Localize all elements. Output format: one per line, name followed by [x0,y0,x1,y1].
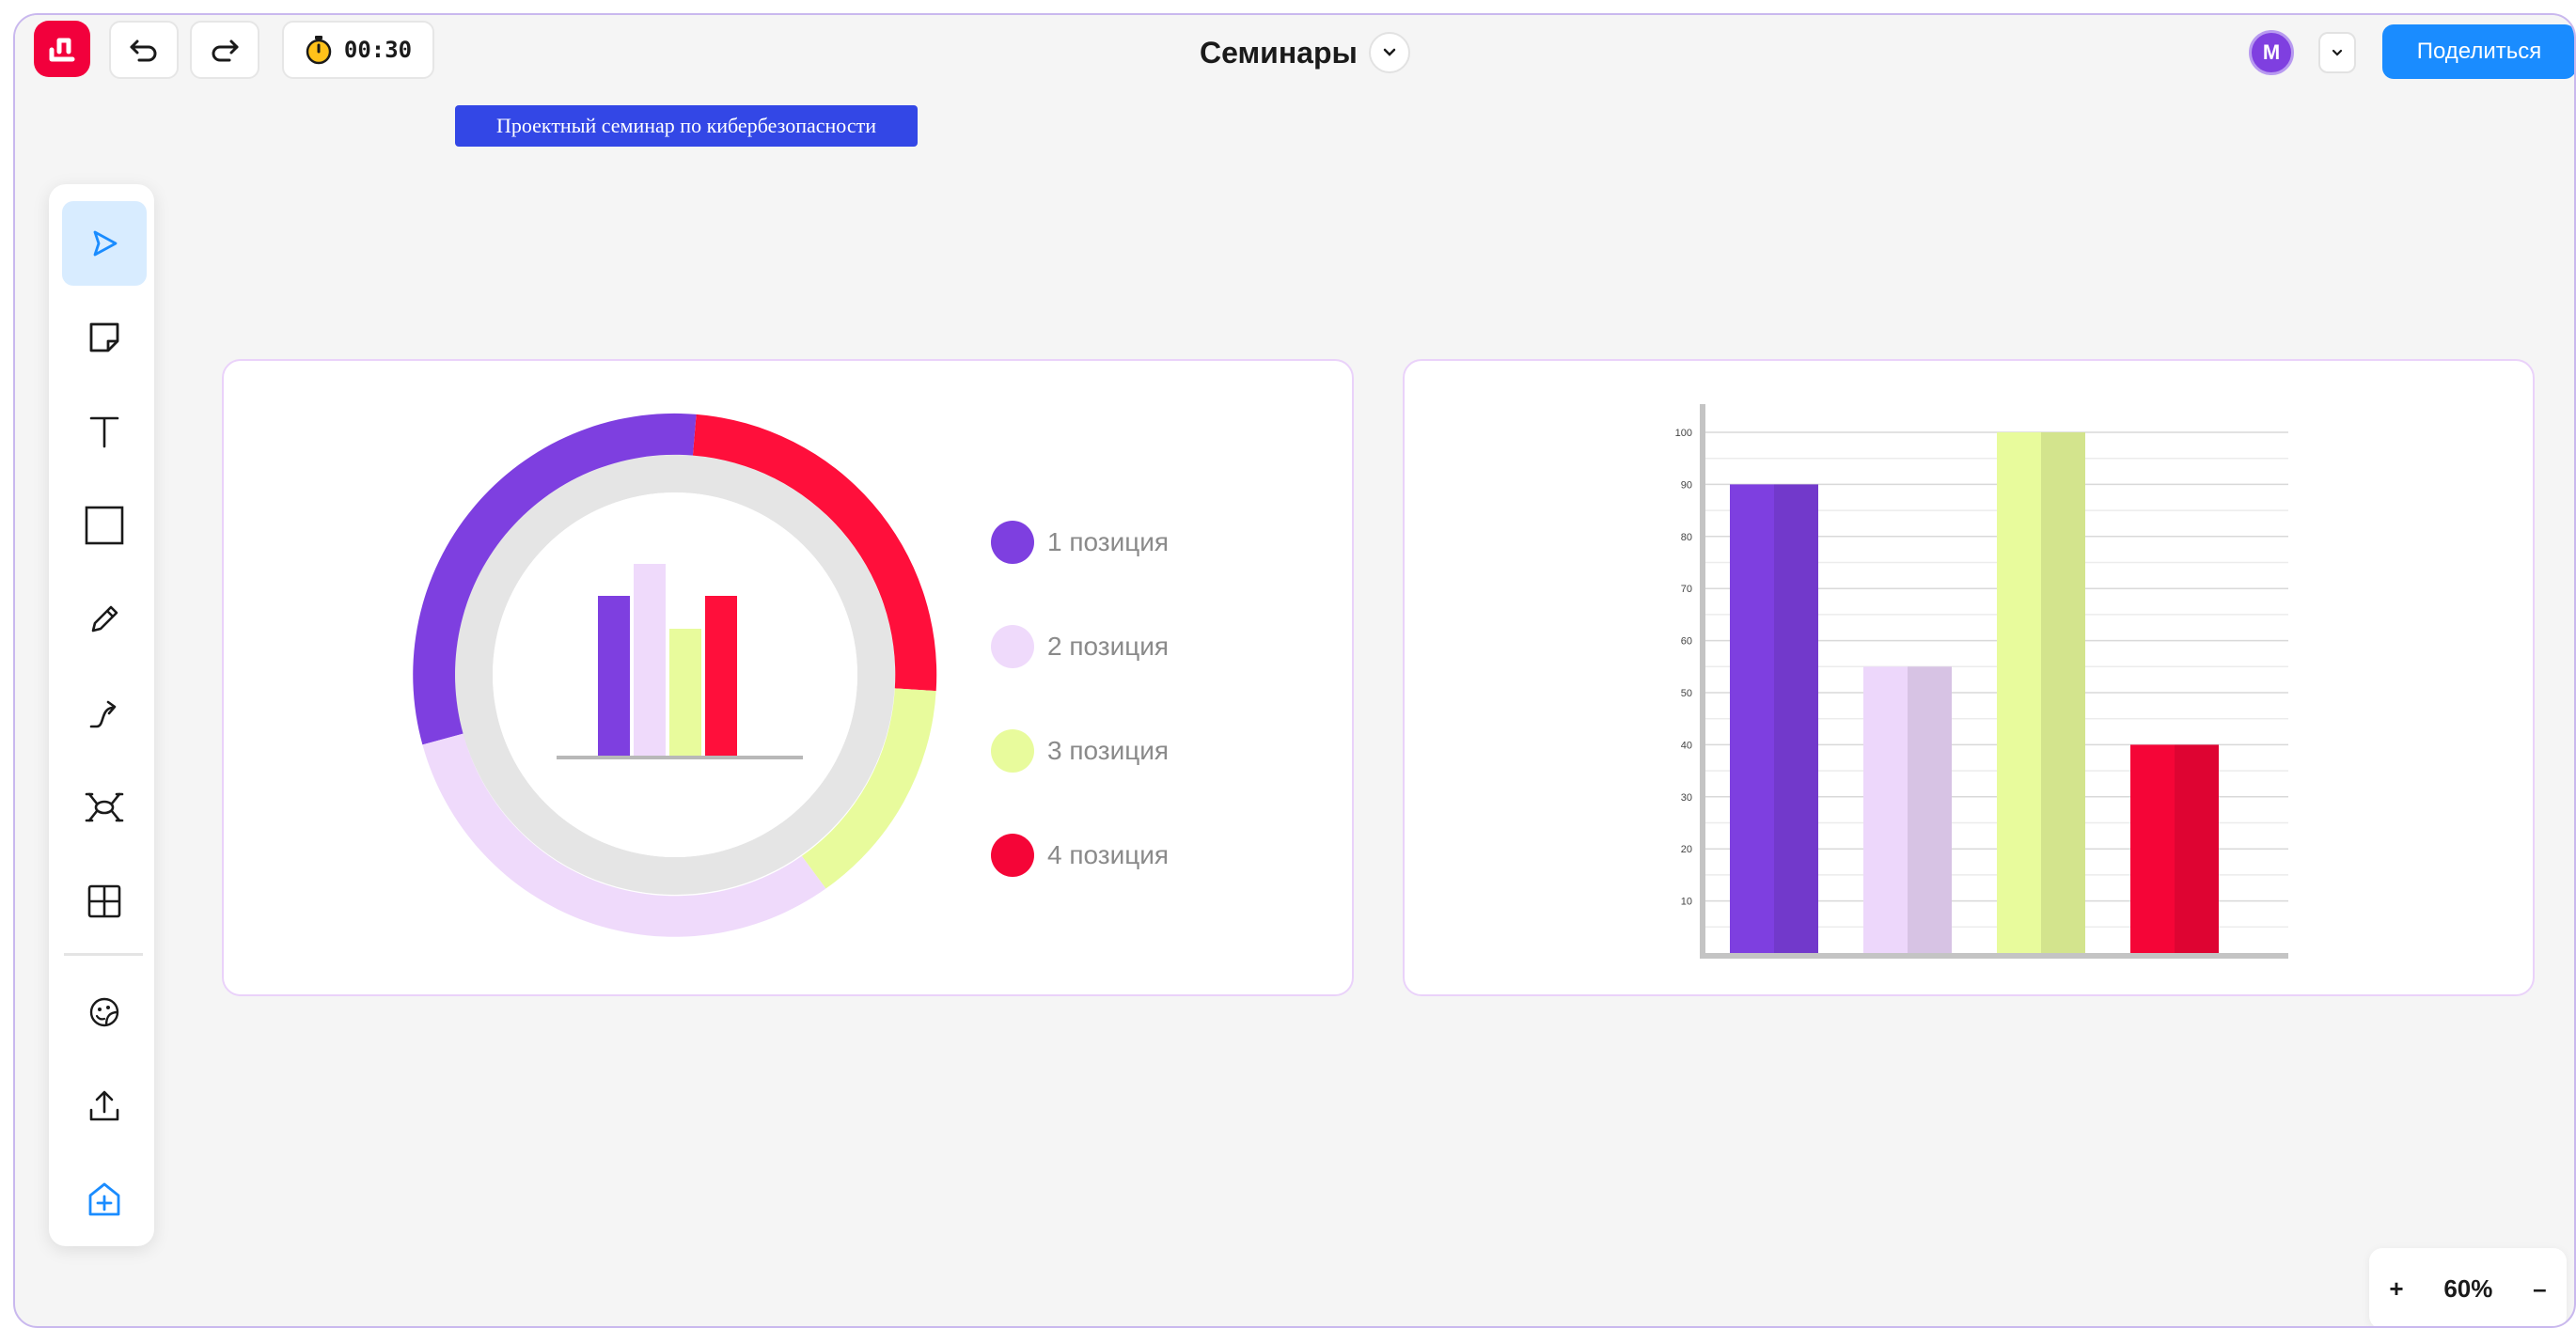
y-tick-label: 30 [1681,792,1692,804]
timer-button[interactable]: 00:30 [282,21,434,79]
bar-shade [2175,744,2219,953]
tool-mind-map[interactable] [62,765,147,850]
share-button[interactable]: Поделиться [2382,24,2574,79]
rectangle-icon [85,506,124,545]
add-frame-icon [88,1182,120,1216]
mind-map-icon [85,792,124,822]
top-bar: 00:30 Семинары M Поделиться [15,15,2574,90]
bar-shade [1774,484,1818,953]
tool-select[interactable] [62,201,147,286]
redo-icon [212,39,239,62]
y-tick-label: 40 [1681,740,1692,751]
users-menu-button[interactable] [2318,32,2356,73]
donut-chart [413,413,937,937]
sticky-note-icon [89,322,119,352]
text-icon [89,416,119,448]
stopwatch-icon [306,36,332,65]
y-tick-label: 10 [1681,897,1692,908]
zoom-control: + 60% – [2369,1248,2567,1326]
redo-button[interactable] [190,21,259,79]
board-menu-button[interactable] [1369,32,1410,73]
chevron-down-icon [1383,48,1396,56]
tool-shape[interactable] [62,483,147,568]
undo-button[interactable] [109,21,179,79]
bar-shade [1908,666,1952,953]
bar-shade [2041,432,2085,953]
bar-chart: 10 20 30 40 50 60 70 80 90 100 [1675,404,2288,959]
zoom-in-button[interactable]: + [2389,1274,2403,1304]
legend-label: 4 позиция [1047,840,1170,869]
x-axis [1700,953,2288,959]
legend-label: 3 позиция [1047,736,1170,765]
y-axis [1700,404,1705,959]
timer-value: 00:30 [343,37,413,63]
tool-templates[interactable] [62,1158,147,1242]
tool-text[interactable] [62,389,147,474]
pencil-icon [91,605,118,633]
tools-sidebar [49,184,154,1246]
legend-label: 1 позиция [1047,527,1170,556]
donut-chart-card[interactable]: 1 позиция 2 позиция 3 позиция 4 позиция [222,359,1354,996]
legend-dot [991,834,1034,877]
tool-pen[interactable] [62,577,147,662]
y-tick-label: 90 [1681,479,1692,491]
logo-icon [49,38,75,62]
legend-label: 2 позиция [1047,632,1170,661]
avatar[interactable]: M [2249,30,2294,75]
upload-icon [89,1090,119,1121]
sticker-icon [89,997,119,1027]
undo-icon [130,39,157,62]
mini-bar-2 [634,564,666,756]
connector-arrow-icon [89,700,117,728]
canvas-text-label[interactable]: Проектный семинар по кибербезопасности [455,105,918,147]
legend-item: 1 позиция [991,521,1169,564]
mini-bar-3 [669,629,701,756]
y-tick-label: 60 [1681,636,1692,648]
tool-stickers[interactable] [62,970,147,1055]
y-tick-label: 50 [1681,688,1692,699]
legend-dot [991,625,1034,668]
tool-sticky-note[interactable] [62,295,147,380]
y-tick-label: 20 [1681,844,1692,855]
tool-upload[interactable] [62,1064,147,1148]
legend-item: 3 позиция [991,729,1169,773]
board-frame: 00:30 Семинары M Поделиться Проектный се… [13,13,2576,1328]
table-icon [87,884,121,918]
legend-item: 2 позиция [991,625,1169,668]
mini-axis [557,756,803,759]
y-tick-label: 100 [1675,428,1692,439]
y-tick-label: 70 [1681,584,1692,595]
app-logo[interactable] [34,21,90,77]
toolbar-divider [64,953,143,956]
cursor-icon [93,230,118,257]
mini-bar-4 [705,596,737,756]
zoom-out-button[interactable]: – [2533,1274,2546,1304]
chevron-down-icon [2332,49,2343,56]
mini-bar-1 [598,596,630,756]
board-title[interactable]: Семинары [1200,36,1358,70]
legend-dot [991,729,1034,773]
tool-connector[interactable] [62,671,147,756]
legend-item: 4 позиция [991,834,1169,877]
y-tick-label: 80 [1681,532,1692,543]
tool-table[interactable] [62,859,147,944]
zoom-level[interactable]: 60% [2443,1274,2492,1304]
legend-dot [991,521,1034,564]
bar-chart-card[interactable]: 10 20 30 40 50 60 70 80 90 100 [1403,359,2535,996]
